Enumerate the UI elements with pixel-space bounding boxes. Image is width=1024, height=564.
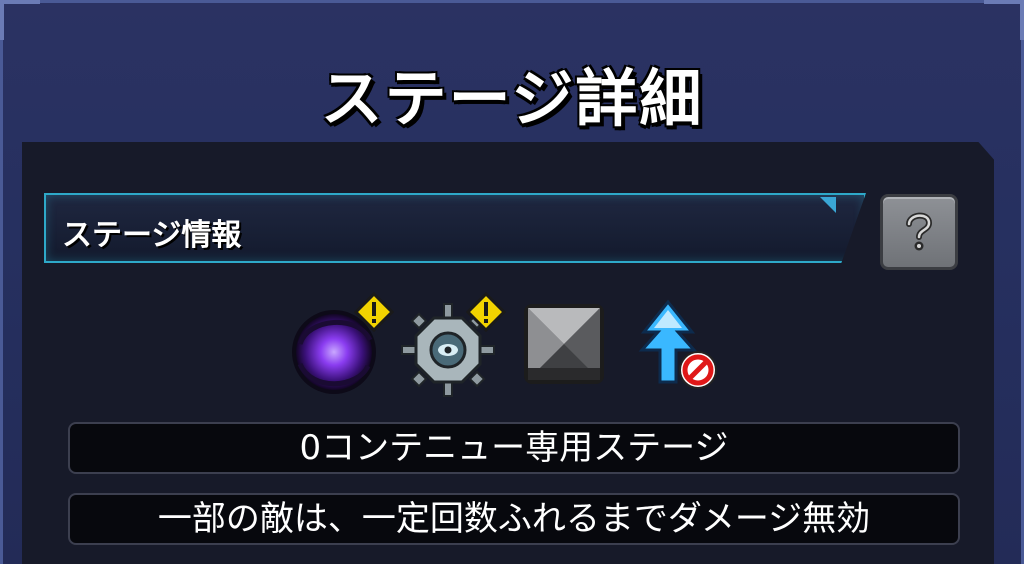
frame-corner-right (984, 0, 1024, 40)
block-icon[interactable] (522, 302, 606, 386)
info-bar-corner-accent (820, 197, 836, 213)
page-title: ステージ詳細 (320, 62, 704, 135)
frame-corner-left (0, 0, 40, 40)
warning-icon (354, 292, 394, 332)
gimmick-icons-row (0, 292, 1024, 402)
damage-immune-note: 一部の敵は、一定回数ふれるまでダメージ無効 (68, 493, 960, 545)
help-button[interactable] (880, 194, 958, 270)
stage-info-label: ステージ情報 (62, 218, 242, 253)
warning-icon (466, 292, 506, 332)
speed-up-prohibited-icon[interactable] (638, 298, 724, 394)
help-question-icon (906, 212, 933, 251)
zero-continue-note: 0コンテニュー専用ステージ (68, 422, 960, 474)
